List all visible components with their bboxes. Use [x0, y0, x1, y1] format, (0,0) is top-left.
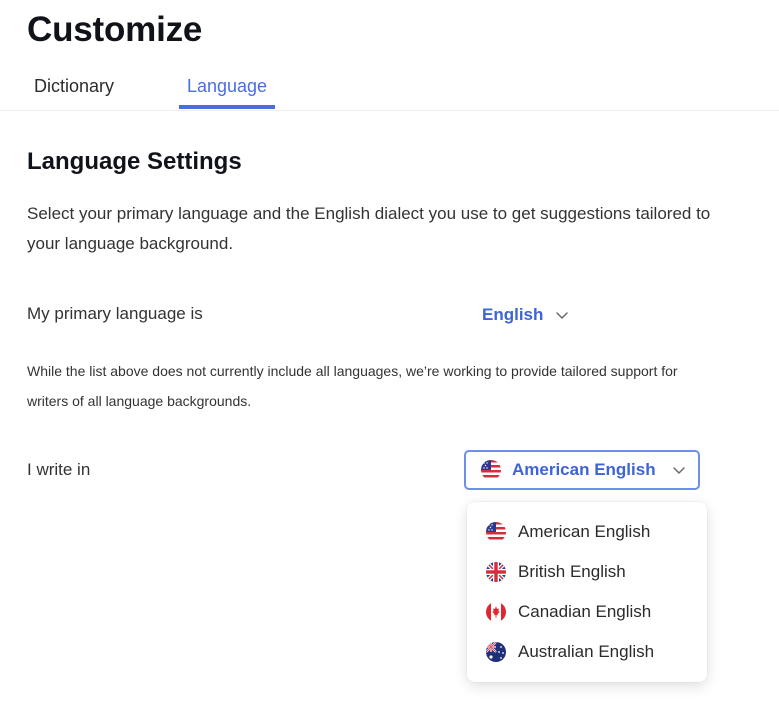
canada-flag-icon: [486, 602, 506, 622]
section-title: Language Settings: [27, 148, 242, 175]
language-note: While the list above does not currently …: [27, 363, 678, 409]
page-title: Customize: [27, 10, 203, 49]
dialect-dropdown-menu: American English British English Canadia…: [467, 502, 707, 682]
dialect-option-australian[interactable]: Australian English: [467, 632, 707, 672]
tab-dictionary[interactable]: Dictionary: [34, 76, 114, 110]
dialect-option-canadian[interactable]: Canadian English: [467, 592, 707, 632]
chevron-down-icon: [555, 308, 569, 322]
active-tab-indicator: [179, 105, 275, 109]
uk-flag-icon: [486, 562, 506, 582]
primary-language-select[interactable]: English: [482, 302, 569, 328]
dialect-option-label: American English: [518, 522, 651, 541]
australia-flag-icon: [486, 642, 506, 662]
us-flag-icon: [481, 460, 501, 480]
primary-language-value: English: [482, 305, 544, 324]
dialect-option-label: Canadian English: [518, 602, 652, 621]
dialect-option-british[interactable]: British English: [467, 552, 707, 592]
us-flag-icon: [486, 522, 506, 542]
chevron-down-icon: [672, 463, 686, 477]
dialect-value: American English: [512, 460, 656, 479]
section-description: Select your primary language and the Eng…: [27, 204, 711, 253]
dialect-option-american[interactable]: American English: [467, 512, 707, 552]
dialect-select[interactable]: American English: [464, 450, 700, 490]
tab-bar: Dictionary Language: [0, 70, 779, 111]
dialect-option-label: British English: [518, 562, 626, 581]
primary-language-label: My primary language is: [27, 304, 203, 323]
dialect-option-label: Australian English: [518, 642, 655, 661]
dialect-label: I write in: [27, 460, 91, 479]
